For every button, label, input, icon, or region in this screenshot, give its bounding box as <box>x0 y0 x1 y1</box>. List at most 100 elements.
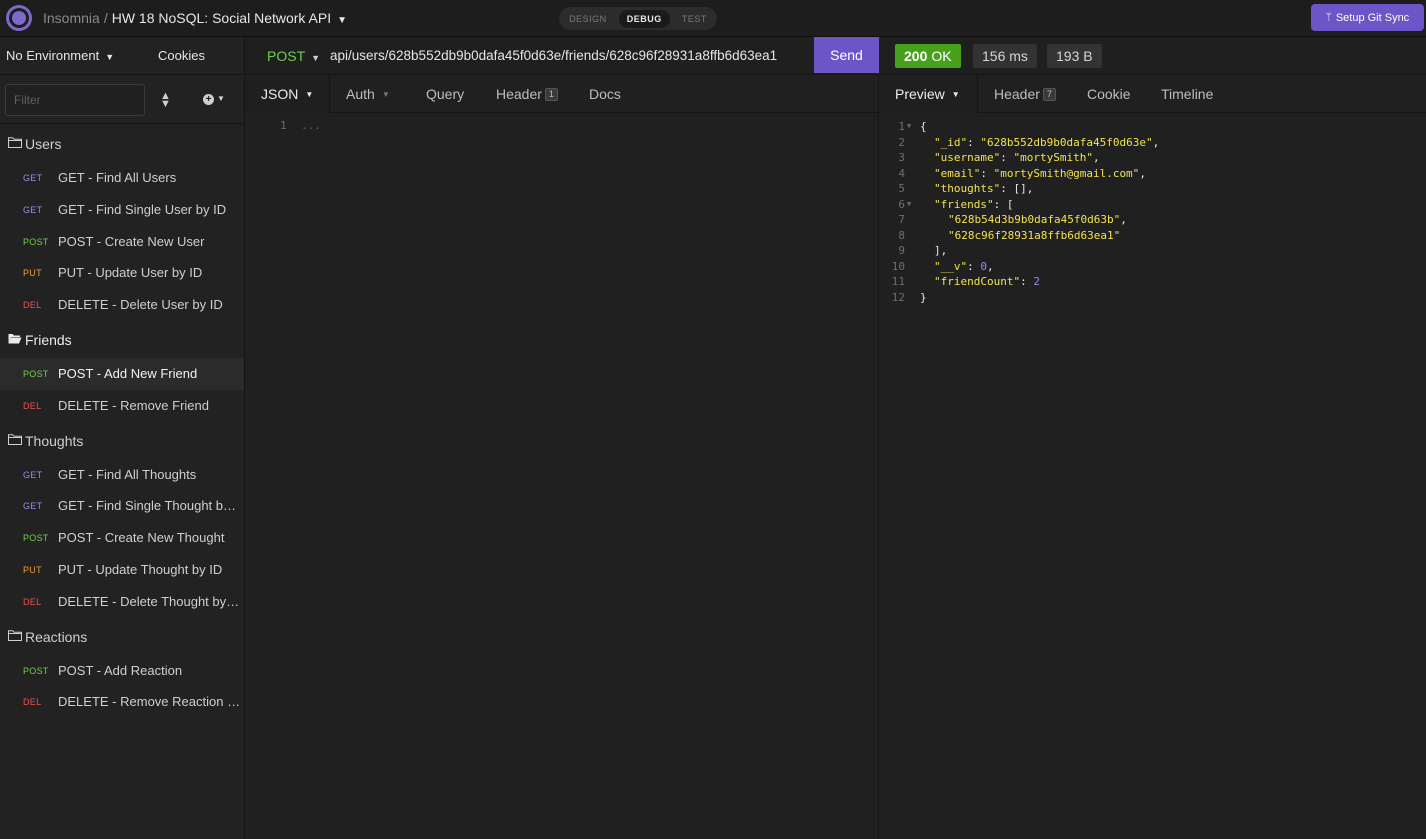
method-badge: PUT <box>23 565 42 575</box>
method-badge: POST <box>23 665 49 676</box>
folder-open-icon <box>8 334 22 344</box>
fold-arrow-icon[interactable]: ▼ <box>907 197 911 212</box>
request-item[interactable]: GET GET - Find Single Thought by ID <box>0 490 244 522</box>
tab-label: Timeline <box>1161 86 1214 102</box>
request-label: GET - Find All Thoughts <box>58 466 197 482</box>
tab-label: Auth <box>346 86 375 102</box>
mode-test[interactable]: TEST <box>674 10 715 28</box>
json-string: "628c96f28931a8ffb6d63ea1" <box>948 228 1121 242</box>
response-status-row: 200 OK 156 ms 193 B <box>880 37 1426 74</box>
folder-friends[interactable]: Friends <box>0 324 244 356</box>
request-label: DELETE - Remove Reaction by ID <box>58 694 242 710</box>
tab-label: Cookie <box>1087 86 1131 102</box>
folder-reactions[interactable]: Reactions <box>0 621 244 653</box>
url-bar: POST ▼ api/users/628b552db9b0dafa45f0d63e… <box>245 37 879 74</box>
line-number: 1 <box>898 120 905 133</box>
folder-thoughts[interactable]: Thoughts <box>0 425 244 457</box>
response-body-viewer[interactable]: 1 ▼{2 "_id": "628b552db9b0dafa45f0d63e", 3 "… <box>880 115 1426 815</box>
tab-query[interactable]: Query <box>426 75 464 113</box>
method-badge: GET <box>23 501 43 512</box>
add-item-button[interactable]: + ▼ <box>203 91 225 105</box>
tab-docs[interactable]: Docs <box>589 75 621 113</box>
line-number: 4 <box>898 166 905 180</box>
folder-icon <box>8 433 22 445</box>
tab-timeline[interactable]: Timeline <box>1161 75 1213 113</box>
cookies-button[interactable]: Cookies <box>158 48 205 63</box>
json-string: "thoughts" <box>934 182 1001 195</box>
status-text: OK <box>931 48 952 64</box>
send-button[interactable]: Send <box>814 37 879 73</box>
request-item[interactable]: POST POST - Create New Thought <box>0 522 244 554</box>
header-count-badge: 1 <box>544 87 558 101</box>
request-item[interactable]: POST POST - Add New Friend <box>0 358 244 390</box>
request-item[interactable]: DEL DELETE - Delete Thought by ID <box>0 586 244 618</box>
code-content: "628c96f28931a8ffb6d63ea1" <box>948 228 1120 243</box>
environment-dropdown[interactable]: No Environment ▼ <box>6 48 114 63</box>
chevron-down-icon: ▼ <box>951 89 960 99</box>
url-input[interactable]: api/users/628b552db9b0dafa45f0d63e/frien… <box>330 48 777 63</box>
code-content: "email": "mortySmith@gmail.com", <box>934 166 1146 181</box>
json-punctuation: , <box>1139 166 1146 180</box>
json-punctuation: { <box>920 120 927 133</box>
chevron-down-icon: ▼ <box>381 89 390 99</box>
code-line: 7 "628b54d3b9b0dafa45f0d63b", <box>880 212 1426 227</box>
folder-icon <box>8 629 22 641</box>
folder-label: Users <box>25 136 62 152</box>
mode-design[interactable]: DESIGN <box>561 10 615 28</box>
folder-label: Thoughts <box>25 432 84 449</box>
request-item[interactable]: DEL DELETE - Remove Reaction by ID <box>0 686 244 718</box>
method-badge: DEL <box>23 697 42 708</box>
request-pane: POST ▼ api/users/628b552db9b0dafa45f0d63e… <box>245 37 879 839</box>
request-label: DELETE - Delete User by ID <box>58 297 223 313</box>
folder-users[interactable]: Users <box>0 128 244 160</box>
json-string: "__v" <box>934 259 968 273</box>
fold-arrow-icon[interactable]: ▼ <box>907 119 911 134</box>
tab-auth[interactable]: Auth ▼ <box>346 75 390 113</box>
request-label: POST - Create New Thought <box>58 530 225 546</box>
method-label: POST <box>267 48 306 64</box>
chevron-down-icon: ▼ <box>105 52 115 62</box>
json-number: 0 <box>980 259 987 273</box>
tab-body-json[interactable]: JSON ▼ <box>245 75 329 113</box>
request-item[interactable]: POST POST - Add Reaction <box>0 655 244 687</box>
request-body-editor[interactable]: 1 ... <box>245 115 879 815</box>
status-badge: 200 OK <box>895 44 961 68</box>
request-item[interactable]: GET GET - Find All Thoughts <box>0 459 244 491</box>
request-item[interactable]: PUT PUT - Update Thought by ID <box>0 554 244 586</box>
project-title[interactable]: HW 18 NoSQL: Social Network API <box>112 10 331 26</box>
json-punctuation: , <box>1120 213 1127 226</box>
method-dropdown[interactable]: POST ▼ <box>267 48 320 64</box>
setup-git-sync-button[interactable]: ᛘ Setup Git Sync <box>1311 4 1424 31</box>
chevron-down-icon[interactable]: ▼ <box>337 15 347 26</box>
response-time-badge: 156 ms <box>973 44 1037 68</box>
line-number: 3 <box>898 151 905 164</box>
json-string: "friends" <box>934 197 994 211</box>
request-item[interactable]: PUT PUT - Update User by ID <box>0 257 244 289</box>
breadcrumb-app[interactable]: Insomnia <box>43 10 100 26</box>
line-number: 2 <box>898 135 905 149</box>
tab-header[interactable]: Header 1 <box>496 75 558 113</box>
tab-label: Header <box>994 86 1040 102</box>
tab-cookie[interactable]: Cookie <box>1087 75 1131 113</box>
request-item[interactable]: DEL DELETE - Delete User by ID <box>0 289 244 321</box>
mode-debug[interactable]: DEBUG <box>618 9 670 28</box>
request-item[interactable]: GET GET - Find Single User by ID <box>0 194 244 226</box>
method-badge: GET <box>23 173 43 183</box>
json-string: "email" <box>934 166 981 180</box>
folder-label: Reactions <box>25 628 88 645</box>
line-number: 12 <box>891 290 905 304</box>
filter-input[interactable] <box>5 84 145 116</box>
insomnia-logo-icon[interactable] <box>6 5 32 31</box>
code-line: 10 "__v": 0, <box>880 259 1426 274</box>
request-item[interactable]: POST POST - Create New User <box>0 226 244 258</box>
chevron-down-icon: ▼ <box>311 53 321 63</box>
sort-icon[interactable]: ▲ ▼ <box>160 91 171 110</box>
request-item[interactable]: DEL DELETE - Remove Friend <box>0 390 244 422</box>
json-string: "628b54d3b9b0dafa45f0d63b" <box>948 213 1121 226</box>
request-item[interactable]: GET GET - Find All Users <box>0 162 244 194</box>
json-punctuation: , <box>987 259 994 273</box>
tab-preview[interactable]: Preview ▼ <box>880 75 977 113</box>
response-pane: 200 OK 156 ms 193 B Preview ▼ Header 7 Cook… <box>880 37 1426 839</box>
request-label: GET - Find All Users <box>58 170 177 185</box>
tab-response-header[interactable]: Header 7 <box>994 75 1056 113</box>
